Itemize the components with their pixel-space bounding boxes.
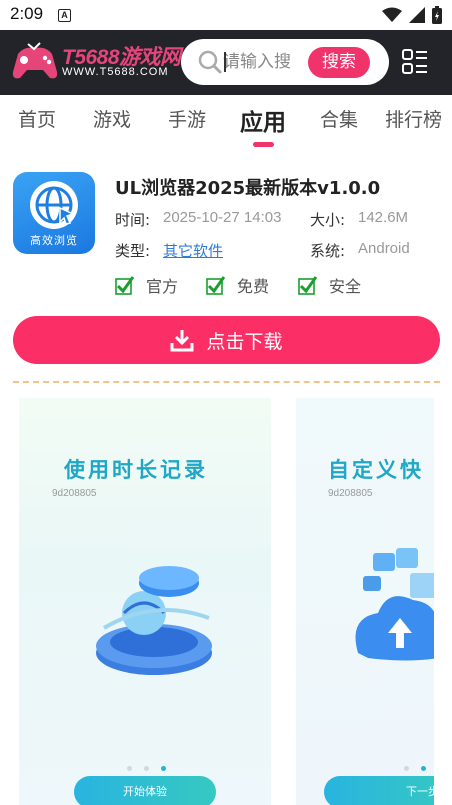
tab-rankings[interactable]: 排行榜 — [385, 105, 442, 132]
type-link[interactable]: 其它软件 — [163, 240, 223, 261]
badge-label: 官方 — [146, 277, 179, 296]
download-icon — [170, 330, 194, 352]
screenshot-title: 自定义快 — [328, 458, 424, 482]
logo-url: WWW.T5688.COM — [62, 66, 169, 78]
status-icons — [382, 6, 442, 24]
badge-free: 免费 — [206, 273, 269, 297]
active-tab-indicator — [253, 142, 274, 147]
badge-label: 免费 — [237, 277, 270, 296]
download-label: 点击下载 — [206, 330, 283, 353]
carousel-dot-active — [421, 766, 426, 771]
battery-icon — [432, 6, 442, 24]
app-title: UL浏览器2025最新版本v1.0.0 — [115, 178, 381, 199]
app-icon: 高效浏览 — [13, 172, 95, 254]
site-header: T5688游戏网 WWW.T5688.COM 搜索 — [0, 30, 452, 95]
carousel-dots — [404, 766, 426, 771]
system-label: 系统: — [310, 242, 346, 260]
time-label: 时间: — [115, 211, 151, 229]
system-value: Android — [358, 240, 410, 257]
size-label: 大小: — [310, 211, 346, 229]
badge-safe: 安全 — [298, 273, 361, 297]
size-value: 142.6M — [358, 209, 409, 226]
status-bar: 2:09 A — [0, 0, 452, 30]
text-caret — [224, 52, 226, 72]
wifi-icon — [382, 7, 402, 22]
carousel-dot — [127, 766, 132, 771]
type-label: 类型: — [115, 242, 151, 260]
screenshot-title: 使用时长记录 — [64, 458, 208, 482]
badge-official: 官方 — [115, 273, 178, 297]
globe-icon — [30, 181, 78, 229]
category-tabs: 首页 游戏 手游 应用 合集 排行榜 — [0, 95, 452, 151]
screenshot-code: 9d208805 — [52, 488, 97, 499]
tab-home[interactable]: 首页 — [18, 105, 56, 132]
next-step-button[interactable]: 下一步 — [324, 776, 434, 805]
time-value: 2025-10-27 14:03 — [163, 209, 282, 226]
app-icon-label: 高效浏览 — [30, 234, 78, 247]
search-box: 搜索 — [181, 39, 389, 85]
check-icon — [298, 275, 317, 295]
screenshot-code: 9d208805 — [328, 488, 373, 499]
screenshot-1[interactable]: 使用时长记录 9d208805 开始体验 — [19, 398, 271, 805]
usage-time-illustration — [96, 566, 212, 675]
tab-mobile-games[interactable]: 手游 — [168, 105, 206, 132]
carousel-dot-active — [161, 766, 166, 771]
tab-collections[interactable]: 合集 — [320, 105, 358, 132]
section-divider — [13, 381, 440, 383]
gamepad-logo-icon — [12, 42, 58, 79]
menu-icon[interactable] — [402, 49, 428, 75]
search-button[interactable]: 搜索 — [308, 47, 370, 78]
carousel-dot — [404, 766, 409, 771]
download-button[interactable]: 点击下载 — [13, 316, 440, 364]
check-icon — [115, 275, 134, 295]
search-icon — [198, 50, 222, 74]
tab-games[interactable]: 游戏 — [93, 105, 131, 132]
check-icon — [206, 275, 225, 295]
site-logo[interactable]: T5688游戏网 WWW.T5688.COM — [10, 38, 181, 86]
start-experience-button[interactable]: 开始体验 — [74, 776, 216, 805]
carousel-dot — [144, 766, 149, 771]
cloud-upload-illustration — [355, 548, 434, 661]
tab-apps[interactable]: 应用 — [240, 103, 286, 137]
screenshot-2[interactable]: 自定义快 9d208805 下一步 — [296, 398, 434, 805]
signal-icon — [409, 7, 425, 23]
badge-label: 安全 — [329, 277, 362, 296]
notification-a-icon: A — [58, 9, 71, 22]
status-time: 2:09 — [10, 4, 44, 23]
carousel-dots — [127, 766, 166, 771]
